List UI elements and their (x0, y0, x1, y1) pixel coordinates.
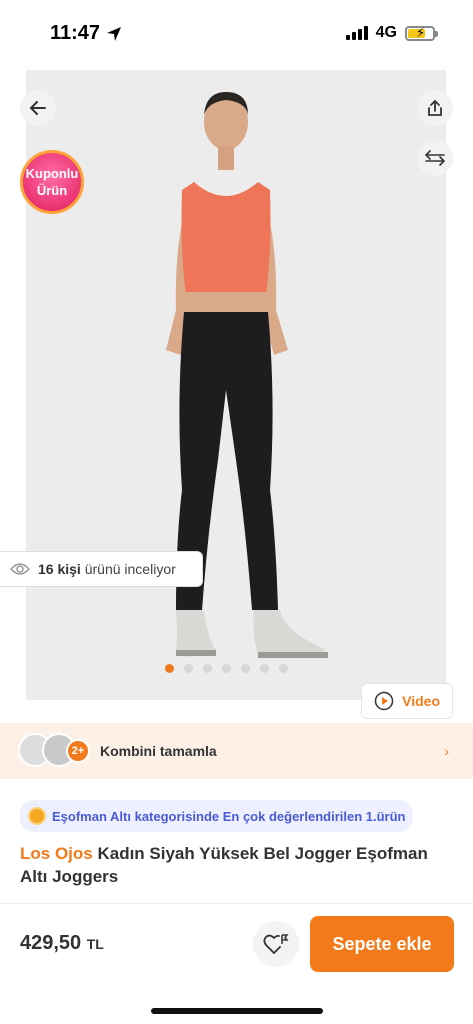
coupon-badge-line2: Ürün (36, 183, 68, 198)
share-button[interactable] (417, 90, 453, 126)
carousel-dots (165, 664, 288, 673)
compare-arrows-icon (424, 150, 446, 166)
viewers-text: ürünü inceliyor (84, 561, 176, 577)
carousel-dot[interactable] (222, 664, 231, 673)
combine-avatars: 2+ (18, 731, 94, 771)
share-icon (428, 99, 442, 116)
video-button[interactable]: Video (361, 683, 453, 719)
video-label: Video (402, 693, 440, 709)
bottom-purchase-bar: 429,50 TL Sepete ekle (0, 903, 473, 1024)
compare-button[interactable] (417, 140, 453, 176)
network-type: 4G (375, 24, 397, 41)
signal-icon (345, 26, 368, 40)
viewers-count: 16 kişi (38, 561, 81, 577)
category-ranking-badge[interactable]: Eşofman Altı kategorisinde En çok değerl… (20, 800, 414, 832)
status-indicators: 4G ⚡ (345, 24, 438, 42)
category-ranking-text: Eşofman Altı kategorisinde En çok değerl… (52, 808, 406, 824)
arrow-left-icon (29, 101, 46, 115)
product-photo[interactable] (26, 70, 446, 700)
price-value: 429,50 (20, 932, 82, 954)
carousel-dot[interactable] (260, 664, 269, 673)
product-title: Los Ojos Kadın Siyah Yüksek Bel Jogger E… (20, 842, 450, 888)
carousel-dot[interactable] (184, 664, 193, 673)
clock: 11:47 (50, 22, 101, 44)
home-indicator[interactable] (151, 1008, 323, 1014)
price: 429,50 TL (20, 932, 104, 955)
status-bar: 11:47 4G ⚡ (0, 0, 473, 70)
carousel-dot[interactable] (279, 664, 288, 673)
add-to-cart-button[interactable]: Sepete ekle (310, 916, 454, 972)
model-figure (166, 92, 328, 658)
coupon-badge-line1: Kuponlu (25, 166, 79, 181)
complete-the-look-bar[interactable]: 2+ Kombini tamamla › (0, 723, 473, 779)
product-gallery[interactable]: Kuponlu Ürün 16 kişi ürünü inceliyor Vid… (0, 70, 473, 720)
location-arrow-icon (107, 26, 122, 41)
carousel-dot[interactable] (241, 664, 250, 673)
combine-count-badge: 2+ (66, 739, 90, 763)
status-time: 11:47 (50, 22, 122, 45)
back-button[interactable] (20, 90, 56, 126)
coupon-badge: Kuponlu Ürün (20, 150, 84, 214)
medal-icon (28, 807, 46, 825)
play-icon (374, 691, 394, 711)
chevron-right-icon: › (444, 743, 449, 759)
combine-label: Kombini tamamla (100, 743, 217, 759)
favorite-button[interactable] (253, 921, 299, 967)
eye-icon (10, 563, 30, 575)
heart-flag-icon (263, 934, 289, 954)
brand-name[interactable]: Los Ojos (20, 844, 93, 863)
price-currency: TL (86, 936, 104, 952)
battery-icon: ⚡ (405, 25, 438, 41)
viewers-badge: 16 kişi ürünü inceliyor (0, 551, 203, 587)
carousel-dot[interactable] (165, 664, 174, 673)
carousel-dot[interactable] (203, 664, 212, 673)
